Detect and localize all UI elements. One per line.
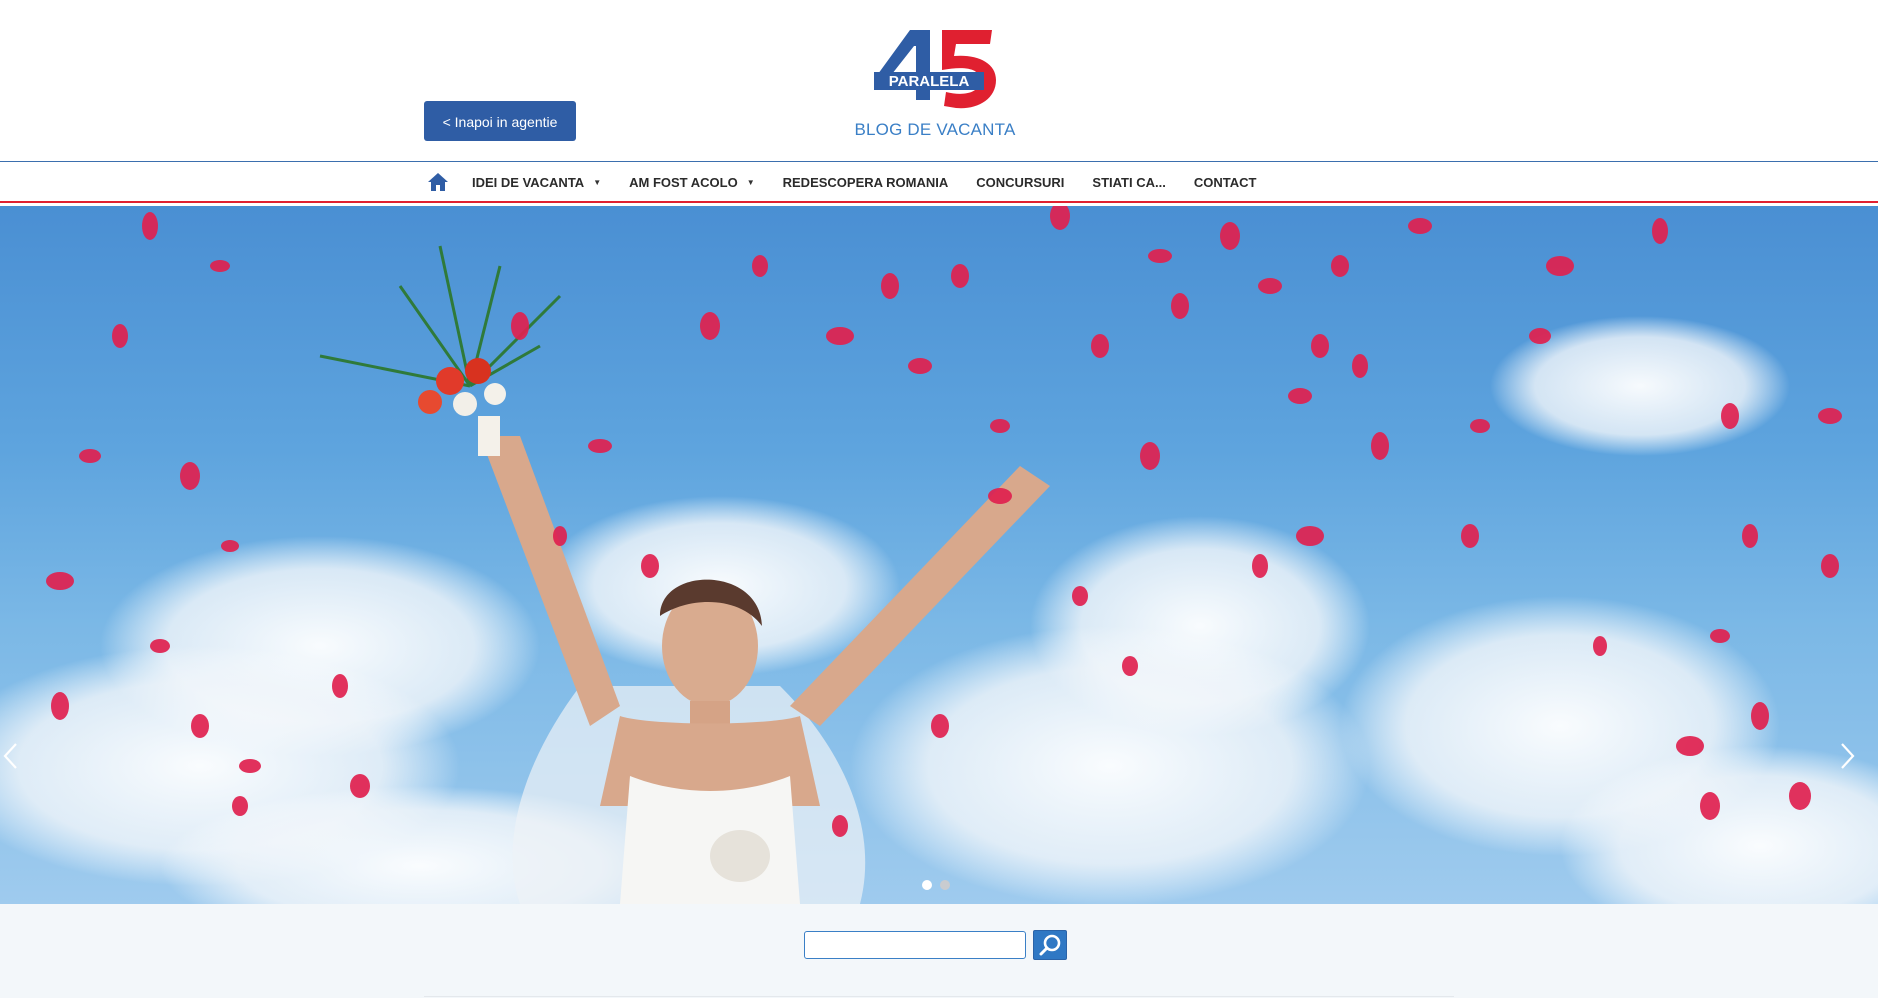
- divider: [424, 996, 1454, 997]
- nav-item-am-fost-acolo[interactable]: AM FOST ACOLO ▼: [629, 162, 755, 202]
- nav-item-label: STIATI CA...: [1092, 174, 1166, 190]
- back-to-agency-button[interactable]: < Inapoi in agentie: [424, 101, 576, 141]
- nav-item-label: IDEI DE VACANTA: [472, 174, 585, 190]
- nav-item-redescopera-romania[interactable]: REDESCOPERA ROMANIA: [783, 162, 949, 202]
- nav-home[interactable]: [424, 162, 452, 202]
- nav-item-contact[interactable]: CONTACT: [1194, 162, 1257, 202]
- hero-slider: [0, 206, 1878, 904]
- site-logo[interactable]: PARALELA: [872, 26, 1004, 116]
- slider-prev-button[interactable]: [2, 742, 32, 782]
- slider-pagination: [922, 880, 950, 890]
- caret-down-icon: ▼: [593, 177, 602, 187]
- nav-item-stiati-ca[interactable]: STIATI CA...: [1092, 162, 1165, 202]
- nav-item-label: CONTACT: [1193, 174, 1257, 190]
- nav-item-label: CONCURSURI: [976, 174, 1065, 190]
- slider-dot-2[interactable]: [940, 880, 950, 890]
- slider-dot-1[interactable]: [922, 880, 932, 890]
- nav-item-label: AM FOST ACOLO: [629, 174, 738, 190]
- nav-item-label: REDESCOPERA ROMANIA: [782, 174, 949, 190]
- home-icon: [428, 173, 448, 191]
- caret-down-icon: ▼: [746, 177, 755, 187]
- hero-image: [0, 206, 1878, 904]
- main-navigation: IDEI DE VACANTA ▼ AM FOST ACOLO ▼ REDESC…: [0, 161, 1878, 203]
- chevron-left-icon: [3, 743, 17, 769]
- site-tagline: BLOG DE VACANTA: [854, 120, 1016, 139]
- nav-item-idei-de-vacanta[interactable]: IDEI DE VACANTA ▼: [472, 162, 601, 202]
- site-header: < Inapoi in agentie PARALELA BLOG DE VAC…: [0, 0, 1878, 161]
- slider-next-button[interactable]: [1840, 742, 1870, 782]
- search-section: [0, 904, 1878, 998]
- search-icon: [1039, 934, 1061, 956]
- nav-item-concursuri[interactable]: CONCURSURI: [976, 162, 1064, 202]
- search-input[interactable]: [804, 931, 1026, 959]
- logo-word: PARALELA: [889, 73, 970, 90]
- search-button[interactable]: [1033, 930, 1067, 960]
- chevron-right-icon: [1841, 743, 1855, 769]
